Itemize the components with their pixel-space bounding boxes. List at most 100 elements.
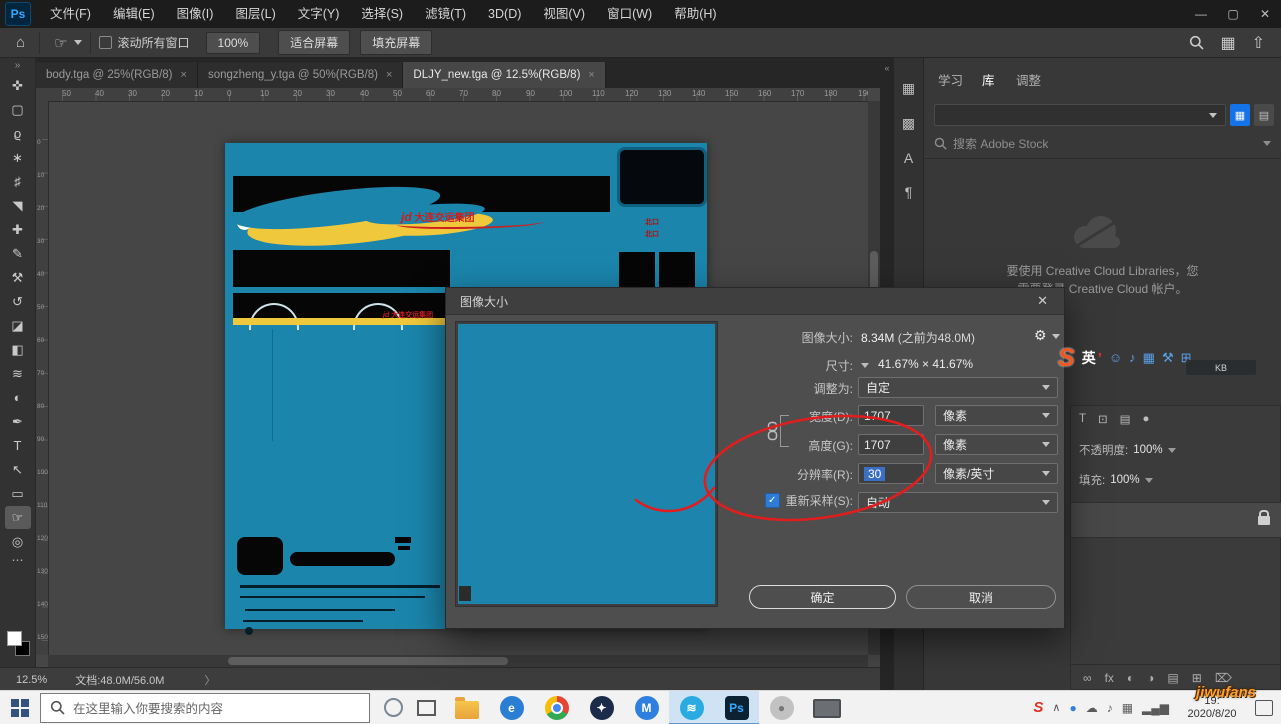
link-layers-icon[interactable]: ∞	[1083, 671, 1092, 685]
list-view-button[interactable]: ▤	[1254, 104, 1274, 126]
home-icon[interactable]: ⌂	[16, 34, 25, 51]
close-tab-icon[interactable]: ×	[181, 69, 187, 81]
action-center-icon[interactable]	[1255, 700, 1273, 716]
zoom-100-button[interactable]: 100%	[206, 32, 261, 54]
eyedropper-tool[interactable]: ◥	[5, 194, 31, 217]
delete-layer-icon[interactable]: ⌦	[1215, 671, 1232, 685]
menu-item[interactable]: 帮助(H)	[663, 0, 727, 28]
preview-scroll-nub[interactable]	[459, 586, 471, 601]
edge-icon[interactable]: e	[489, 691, 534, 724]
resolution-input[interactable]: 30	[858, 463, 924, 484]
library-select[interactable]	[934, 104, 1226, 126]
shape-tool[interactable]: ▭	[5, 482, 31, 505]
cancel-button[interactable]: 取消	[906, 585, 1056, 609]
menu-item[interactable]: 滤镜(T)	[414, 0, 477, 28]
move-tool[interactable]: ✜	[5, 74, 31, 97]
cortana-icon[interactable]	[384, 698, 403, 717]
sogou-logo-icon[interactable]: S	[1058, 344, 1075, 373]
smudge-tool[interactable]: ≋	[5, 362, 31, 385]
close-button[interactable]: ✕	[1249, 0, 1281, 28]
history-brush-tool[interactable]: ↺	[5, 290, 31, 313]
photoshop-taskbar-icon[interactable]: Ps	[714, 691, 759, 724]
edit-toolbar-icon[interactable]: ⋯	[12, 553, 24, 569]
menu-item[interactable]: 文件(F)	[39, 0, 102, 28]
menu-item[interactable]: 编辑(E)	[102, 0, 166, 28]
menu-item[interactable]: 图层(L)	[224, 0, 286, 28]
tab-libraries[interactable]: 库	[982, 70, 995, 89]
lasso-tool[interactable]: ϱ	[5, 122, 31, 145]
color-filter-icon[interactable]: ●	[1143, 413, 1150, 425]
marquee-tool[interactable]: ▢	[5, 98, 31, 121]
adjustment-layer-icon[interactable]: ◑	[1147, 671, 1154, 685]
clone-stamp-tool[interactable]: ⚒	[5, 266, 31, 289]
fit-to-select[interactable]: 自定	[858, 377, 1058, 398]
character-panel-icon[interactable]: A	[904, 150, 913, 166]
status-chevron-icon[interactable]: 〉	[204, 672, 215, 688]
chevron-down-icon[interactable]	[1145, 478, 1153, 483]
cyan-app-icon[interactable]: ≋	[669, 691, 714, 724]
navigator-panel-icon[interactable]: ▦	[902, 80, 915, 97]
dark-app-icon[interactable]: ✦	[579, 691, 624, 724]
hidden-icons-chevron[interactable]: ∧	[1052, 701, 1060, 714]
path-selection-tool[interactable]: ↖	[5, 458, 31, 481]
document-tab-2[interactable]: songzheng_y.tga @ 50%(RGB/8) ×	[198, 62, 403, 88]
pen-tool[interactable]: ✒	[5, 410, 31, 433]
chevron-down-icon[interactable]	[1168, 448, 1176, 453]
monitor-app-icon[interactable]	[804, 691, 849, 724]
zoom-tool[interactable]: ◎	[5, 530, 31, 553]
quick-selection-tool[interactable]: ∗	[5, 146, 31, 169]
layer-group-icon[interactable]: ▤	[1167, 671, 1178, 685]
menu-item[interactable]: 选择(S)	[350, 0, 414, 28]
search-icon[interactable]	[1189, 35, 1204, 50]
shape-filter-icon[interactable]: ⊡	[1098, 412, 1108, 426]
height-unit-select[interactable]: 像素	[935, 434, 1058, 455]
resample-checkbox[interactable]: ✓	[765, 493, 780, 508]
tab-learn[interactable]: 学习	[938, 70, 963, 89]
mic-icon[interactable]: ♪	[1129, 350, 1136, 366]
width-unit-select[interactable]: 像素	[935, 405, 1058, 426]
chevron-down-icon[interactable]	[74, 40, 82, 45]
type-tool[interactable]: T	[5, 434, 31, 457]
fill-screen-button[interactable]: 填充屏幕	[360, 30, 432, 55]
menu-item[interactable]: 3D(D)	[477, 0, 532, 28]
hand-tool[interactable]: ☞	[5, 506, 31, 529]
dialog-close-icon[interactable]: ✕	[1037, 293, 1048, 309]
layer-mask-icon[interactable]: ◐	[1127, 671, 1134, 685]
layer-filter-icon[interactable]: ▤	[1120, 412, 1131, 426]
eraser-tool[interactable]: ◪	[5, 314, 31, 337]
crop-tool[interactable]: ♯	[5, 170, 31, 193]
type-filter-icon[interactable]: T	[1079, 413, 1086, 425]
hand-tool-icon[interactable]: ☞	[54, 34, 67, 52]
foreground-color-swatch[interactable]	[7, 631, 22, 646]
dialog-title-bar[interactable]: 图像大小 ✕	[446, 288, 1064, 315]
menu-item[interactable]: 视图(V)	[532, 0, 596, 28]
minimize-button[interactable]: —	[1185, 0, 1217, 28]
menu-item[interactable]: 窗口(W)	[596, 0, 663, 28]
menu-item[interactable]: 图像(I)	[166, 0, 225, 28]
blue-app-icon[interactable]: M	[624, 691, 669, 724]
resolution-unit-select[interactable]: 像素/英寸	[935, 463, 1058, 484]
gradient-tool[interactable]: ◧	[5, 338, 31, 361]
chat-tray-icon[interactable]: ●	[1069, 701, 1076, 715]
paragraph-panel-icon[interactable]: ¶	[905, 184, 913, 200]
restore-button[interactable]: ▢	[1217, 0, 1249, 28]
task-view-icon[interactable]	[417, 700, 436, 716]
brush-tool[interactable]: ✎	[5, 242, 31, 265]
new-layer-icon[interactable]: ⊞	[1192, 671, 1202, 685]
zoom-level[interactable]: 12.5%	[16, 674, 47, 686]
smiley-icon[interactable]: ☺	[1109, 350, 1122, 366]
layer-effects-icon[interactable]: fx	[1105, 671, 1114, 685]
network-icon[interactable]: ▂▄▆	[1142, 701, 1169, 715]
fit-screen-button[interactable]: 适合屏幕	[278, 30, 350, 55]
scrollbar-thumb[interactable]	[228, 657, 508, 665]
fill-value[interactable]: 100%	[1110, 474, 1139, 486]
file-explorer-icon[interactable]	[444, 691, 489, 724]
cloud-tray-icon[interactable]: ☁	[1086, 701, 1098, 715]
gear-icon[interactable]: ⚙	[1034, 327, 1047, 344]
ime-tray-icon[interactable]: ▦	[1122, 701, 1133, 715]
sogou-tray-icon[interactable]: S	[1033, 699, 1043, 716]
share-icon[interactable]: ⇧	[1252, 33, 1265, 53]
toolbar-collapse-icon[interactable]: »	[15, 58, 21, 74]
chevron-down-icon[interactable]	[861, 363, 869, 368]
healing-brush-tool[interactable]: ✚	[5, 218, 31, 241]
